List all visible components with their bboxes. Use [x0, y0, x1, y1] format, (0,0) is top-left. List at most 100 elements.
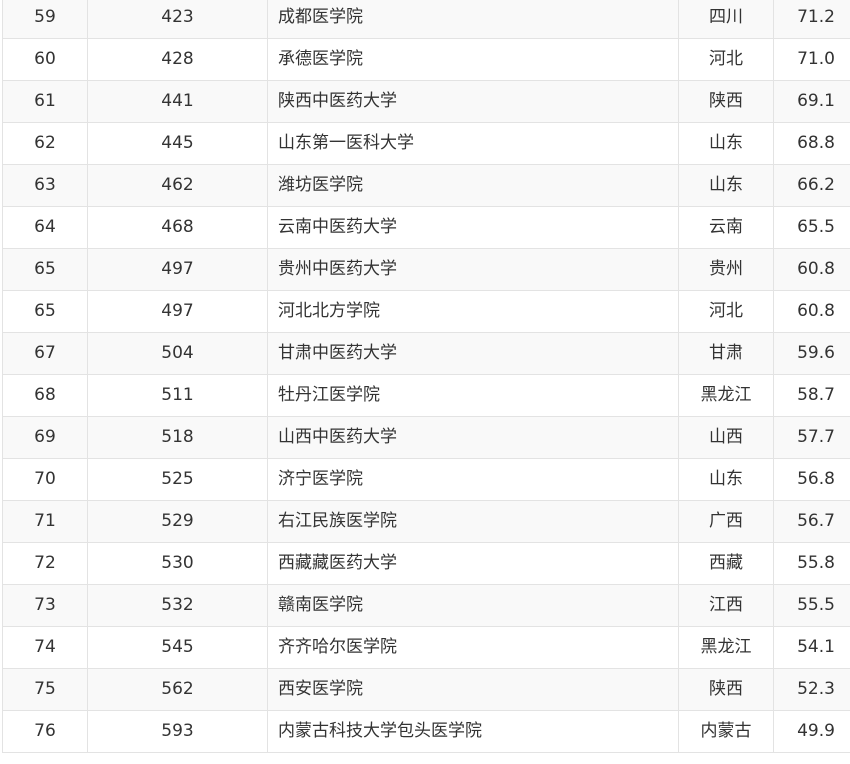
table-row: 65 497 河北北方学院 河北 60.8 [2, 290, 850, 333]
province-cell: 陕西 [678, 668, 774, 711]
world-rank-cell: 525 [87, 458, 268, 501]
table-row: 63 462 潍坊医学院 山东 66.2 [2, 164, 850, 207]
rank-cell: 63 [2, 164, 88, 207]
table-row: 67 504 甘肃中医药大学 甘肃 59.6 [2, 332, 850, 375]
rank-cell: 68 [2, 374, 88, 417]
rank-cell: 59 [2, 0, 88, 39]
world-rank-cell: 423 [87, 0, 268, 39]
ranking-table-body: 59 423 成都医学院 四川 71.2 60 428 承德医学院 河北 71.0 61 441 陕西中… [2, 0, 850, 753]
score-cell: 59.6 [773, 332, 850, 375]
rank-cell: 61 [2, 80, 88, 123]
province-cell: 江西 [678, 584, 774, 627]
province-cell: 河北 [678, 290, 774, 333]
score-cell: 52.3 [773, 668, 850, 711]
ranking-table: 59 423 成都医学院 四川 71.2 60 428 承德医学院 河北 71.0 61 441 陕西中… [2, 0, 850, 753]
province-cell: 甘肃 [678, 332, 774, 375]
province-cell: 山东 [678, 458, 774, 501]
world-rank-cell: 593 [87, 710, 268, 753]
province-cell: 广西 [678, 500, 774, 543]
school-name-cell: 西安医学院 [267, 668, 679, 711]
school-name-cell: 承德医学院 [267, 38, 679, 81]
world-rank-cell: 511 [87, 374, 268, 417]
province-cell: 西藏 [678, 542, 774, 585]
rank-cell: 69 [2, 416, 88, 459]
province-cell: 黑龙江 [678, 374, 774, 417]
score-cell: 60.8 [773, 290, 850, 333]
school-name-cell: 陕西中医药大学 [267, 80, 679, 123]
province-cell: 山东 [678, 122, 774, 165]
table-row: 76 593 内蒙古科技大学包头医学院 内蒙古 49.9 [2, 710, 850, 753]
rank-cell: 65 [2, 248, 88, 291]
world-rank-cell: 504 [87, 332, 268, 375]
school-name-cell: 内蒙古科技大学包头医学院 [267, 710, 679, 753]
rank-cell: 72 [2, 542, 88, 585]
table-row: 69 518 山西中医药大学 山西 57.7 [2, 416, 850, 459]
rank-cell: 62 [2, 122, 88, 165]
rank-cell: 60 [2, 38, 88, 81]
score-cell: 71.2 [773, 0, 850, 39]
school-name-cell: 赣南医学院 [267, 584, 679, 627]
table-row: 74 545 齐齐哈尔医学院 黑龙江 54.1 [2, 626, 850, 669]
world-rank-cell: 468 [87, 206, 268, 249]
world-rank-cell: 532 [87, 584, 268, 627]
rank-cell: 70 [2, 458, 88, 501]
score-cell: 57.7 [773, 416, 850, 459]
rank-cell: 71 [2, 500, 88, 543]
province-cell: 内蒙古 [678, 710, 774, 753]
world-rank-cell: 428 [87, 38, 268, 81]
school-name-cell: 河北北方学院 [267, 290, 679, 333]
province-cell: 山西 [678, 416, 774, 459]
province-cell: 陕西 [678, 80, 774, 123]
school-name-cell: 牡丹江医学院 [267, 374, 679, 417]
score-cell: 68.8 [773, 122, 850, 165]
score-cell: 60.8 [773, 248, 850, 291]
score-cell: 55.5 [773, 584, 850, 627]
world-rank-cell: 445 [87, 122, 268, 165]
table-row: 75 562 西安医学院 陕西 52.3 [2, 668, 850, 711]
province-cell: 黑龙江 [678, 626, 774, 669]
world-rank-cell: 441 [87, 80, 268, 123]
school-name-cell: 齐齐哈尔医学院 [267, 626, 679, 669]
table-row: 73 532 赣南医学院 江西 55.5 [2, 584, 850, 627]
world-rank-cell: 497 [87, 248, 268, 291]
world-rank-cell: 497 [87, 290, 268, 333]
school-name-cell: 山东第一医科大学 [267, 122, 679, 165]
score-cell: 65.5 [773, 206, 850, 249]
table-row: 59 423 成都医学院 四川 71.2 [2, 0, 850, 39]
province-cell: 山东 [678, 164, 774, 207]
score-cell: 71.0 [773, 38, 850, 81]
world-rank-cell: 529 [87, 500, 268, 543]
school-name-cell: 甘肃中医药大学 [267, 332, 679, 375]
table-row: 71 529 右江民族医学院 广西 56.7 [2, 500, 850, 543]
rank-cell: 75 [2, 668, 88, 711]
table-row: 72 530 西藏藏医药大学 西藏 55.8 [2, 542, 850, 585]
score-cell: 56.7 [773, 500, 850, 543]
school-name-cell: 潍坊医学院 [267, 164, 679, 207]
province-cell: 云南 [678, 206, 774, 249]
table-row: 64 468 云南中医药大学 云南 65.5 [2, 206, 850, 249]
school-name-cell: 成都医学院 [267, 0, 679, 39]
world-rank-cell: 545 [87, 626, 268, 669]
rank-cell: 67 [2, 332, 88, 375]
province-cell: 贵州 [678, 248, 774, 291]
table-row: 70 525 济宁医学院 山东 56.8 [2, 458, 850, 501]
score-cell: 58.7 [773, 374, 850, 417]
school-name-cell: 云南中医药大学 [267, 206, 679, 249]
rank-cell: 73 [2, 584, 88, 627]
score-cell: 55.8 [773, 542, 850, 585]
table-row: 60 428 承德医学院 河北 71.0 [2, 38, 850, 81]
school-name-cell: 山西中医药大学 [267, 416, 679, 459]
rank-cell: 64 [2, 206, 88, 249]
world-rank-cell: 462 [87, 164, 268, 207]
school-name-cell: 贵州中医药大学 [267, 248, 679, 291]
score-cell: 56.8 [773, 458, 850, 501]
school-name-cell: 右江民族医学院 [267, 500, 679, 543]
world-rank-cell: 530 [87, 542, 268, 585]
table-row: 68 511 牡丹江医学院 黑龙江 58.7 [2, 374, 850, 417]
rank-cell: 74 [2, 626, 88, 669]
province-cell: 河北 [678, 38, 774, 81]
rank-cell: 65 [2, 290, 88, 333]
score-cell: 66.2 [773, 164, 850, 207]
rank-cell: 76 [2, 710, 88, 753]
score-cell: 49.9 [773, 710, 850, 753]
